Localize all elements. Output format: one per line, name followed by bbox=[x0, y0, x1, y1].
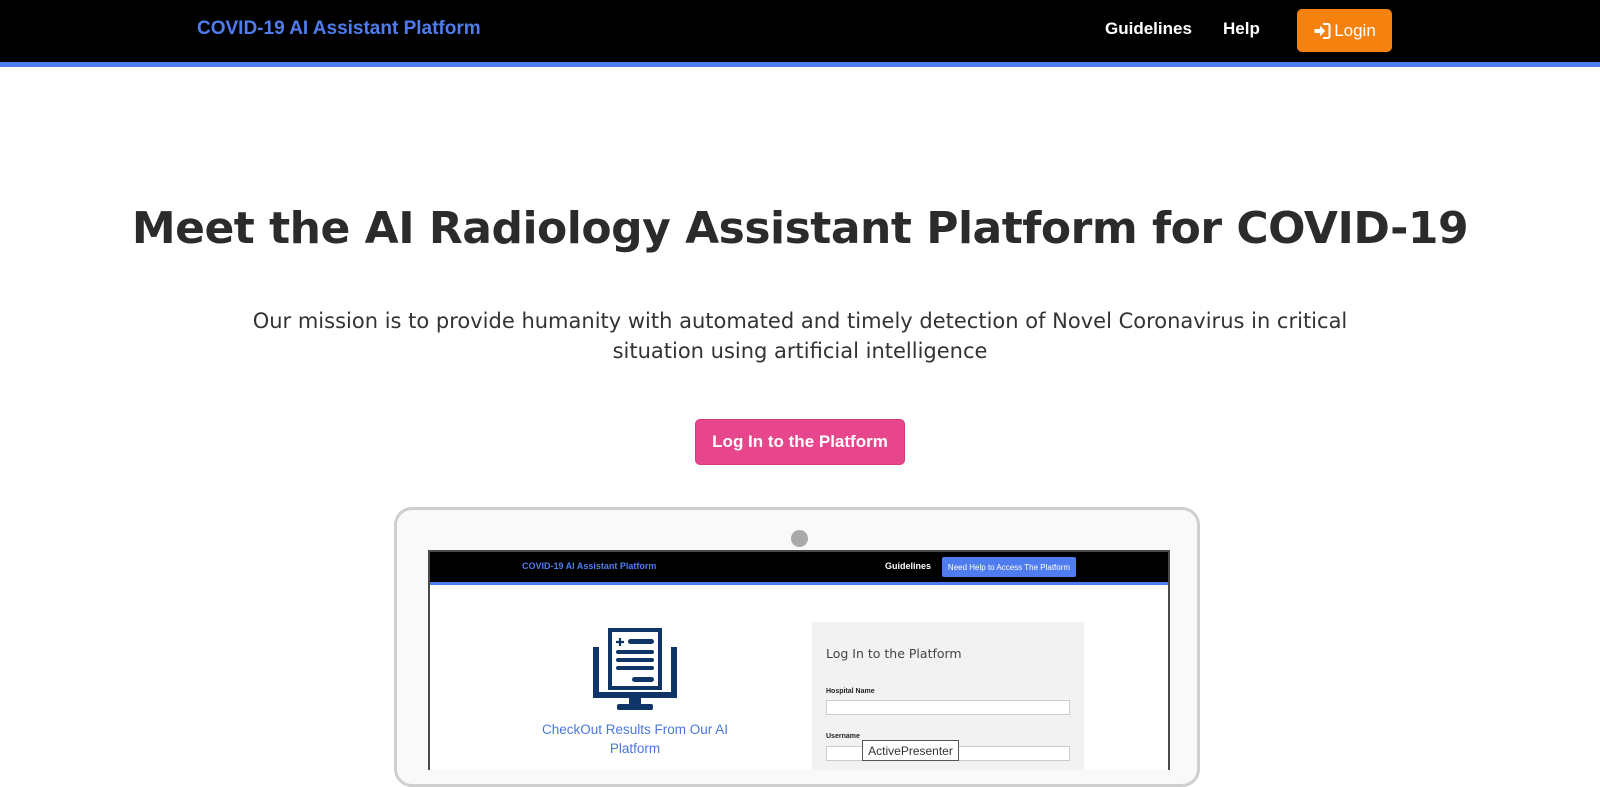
nav-guidelines-link[interactable]: Guidelines bbox=[1105, 19, 1192, 39]
hero-title: Meet the AI Radiology Assistant Platform… bbox=[131, 203, 1469, 254]
login-platform-button[interactable]: Log In to the Platform bbox=[695, 419, 905, 465]
brand-link[interactable]: COVID-19 AI Assistant Platform bbox=[197, 18, 481, 40]
hero-subtitle: Our mission is to provide humanity with … bbox=[252, 309, 1348, 363]
medical-report-monitor-icon bbox=[592, 627, 678, 720]
navbar-accent-line bbox=[0, 62, 1600, 67]
sign-in-icon bbox=[1313, 22, 1331, 40]
mockup-brand: COVID-19 AI Assistant Platform bbox=[522, 561, 657, 571]
login-button[interactable]: Login bbox=[1297, 9, 1392, 52]
mockup-help-button: Need Help to Access The Platform bbox=[942, 557, 1076, 577]
mockup-hospital-label: Hospital Name bbox=[826, 688, 875, 695]
mockup-guidelines: Guidelines bbox=[885, 561, 932, 571]
mockup-navbar-line bbox=[430, 582, 1168, 585]
laptop-camera bbox=[791, 530, 808, 547]
login-button-label: Login bbox=[1334, 20, 1376, 40]
mockup-username-label: Username bbox=[826, 733, 860, 740]
mockup-results-link: CheckOut Results From Our AI Platform bbox=[541, 722, 729, 756]
nav-help-link[interactable]: Help bbox=[1223, 19, 1260, 39]
mockup-login-title: Log In to the Platform bbox=[826, 646, 962, 661]
mockup-hospital-field bbox=[826, 700, 1070, 715]
activepresenter-watermark: ActivePresenter bbox=[862, 740, 959, 761]
mockup-screen: COVID-19 AI Assistant Platform Guideline… bbox=[428, 550, 1170, 770]
